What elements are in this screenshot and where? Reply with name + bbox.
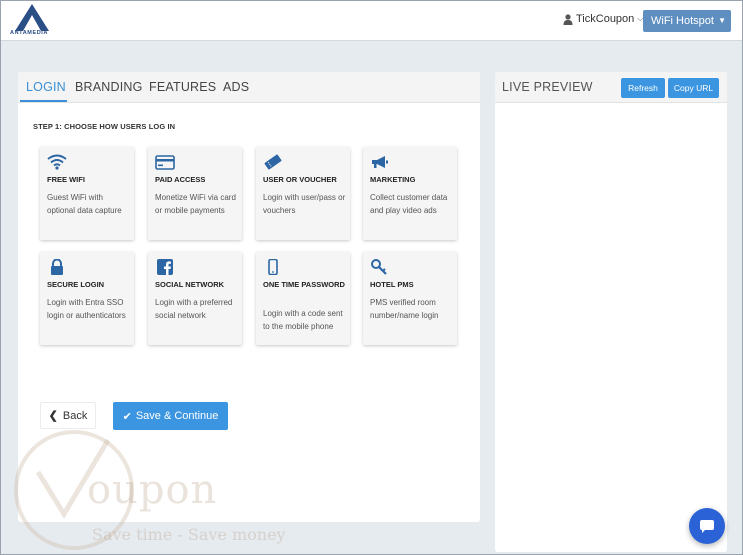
option-title: SECURE LOGIN bbox=[47, 280, 105, 289]
option-description: Guest WiFi with optional data capture bbox=[47, 193, 122, 215]
hotspot-select[interactable]: WiFi Hotspot ▼ bbox=[643, 10, 731, 32]
option-description: Login with user/pass or vouchers bbox=[263, 193, 346, 215]
option-hotel-pms[interactable]: HOTEL PMS PMS verified room number/name … bbox=[363, 252, 457, 345]
back-button-label: Back bbox=[62, 409, 88, 422]
chat-bubble-icon bbox=[700, 520, 714, 533]
user-name: TickCoupon bbox=[576, 13, 635, 25]
lock-icon bbox=[51, 259, 63, 275]
chevron-down-icon: ▼ bbox=[718, 16, 726, 25]
copy-url-button[interactable]: Copy URL bbox=[668, 78, 719, 98]
logo-text: ANTAMEDIA bbox=[10, 30, 48, 36]
megaphone-icon bbox=[372, 156, 388, 168]
tab-branding[interactable]: BRANDING bbox=[75, 80, 143, 94]
option-one-time-password[interactable]: ONE TIME PASSWORD Login with a code sent… bbox=[256, 252, 350, 345]
ticket-icon bbox=[264, 154, 282, 170]
option-marketing[interactable]: MARKETING Collect customer data and play… bbox=[363, 147, 457, 240]
check-icon: ✔ bbox=[122, 410, 132, 423]
user-menu[interactable]: TickCoupon ⌵ bbox=[563, 13, 643, 25]
tab-login[interactable]: LOGIN bbox=[26, 80, 66, 94]
settings-tabs: LOGIN BRANDING FEATURES ADS bbox=[18, 72, 480, 103]
chat-widget-button[interactable] bbox=[689, 508, 725, 544]
option-title: MARKETING bbox=[370, 175, 416, 184]
option-user-or-voucher[interactable]: USER OR VOUCHER Login with user/pass or … bbox=[256, 147, 350, 240]
tab-ads[interactable]: ADS bbox=[223, 80, 249, 94]
option-title: PAID ACCESS bbox=[155, 175, 206, 184]
wifi-icon bbox=[47, 154, 67, 170]
option-description: PMS verified room number/name login bbox=[370, 298, 439, 320]
watermark-slogan: Save time - Save money bbox=[92, 525, 286, 544]
option-description: Login with Entra SSO login or authentica… bbox=[47, 298, 126, 320]
step-title: STEP 1: CHOOSE HOW USERS LOG IN bbox=[33, 122, 176, 131]
option-title: USER OR VOUCHER bbox=[263, 175, 337, 184]
save-button-label: Save & Continue bbox=[135, 410, 219, 422]
facebook-icon bbox=[157, 259, 173, 275]
chevron-left-icon: ❮ bbox=[48, 410, 58, 422]
mobile-phone-icon bbox=[268, 259, 278, 275]
tab-features[interactable]: FEATURES bbox=[149, 80, 216, 94]
option-paid-access[interactable]: PAID ACCESS Monetize WiFi via card or mo… bbox=[148, 147, 242, 240]
hotspot-select-value: WiFi Hotspot bbox=[651, 15, 714, 27]
option-description: Login with a code sent to the mobile pho… bbox=[263, 309, 343, 331]
preview-title: LIVE PREVIEW bbox=[502, 80, 593, 94]
back-button[interactable]: ❮ Back bbox=[40, 402, 96, 429]
option-title: SOCIAL NETWORK bbox=[155, 280, 225, 289]
save-continue-button[interactable]: ✔ Save & Continue bbox=[113, 402, 228, 430]
user-icon bbox=[563, 13, 573, 25]
login-settings-card: LOGIN BRANDING FEATURES ADS STEP 1: CHOO… bbox=[18, 72, 480, 522]
refresh-button[interactable]: Refresh bbox=[621, 78, 665, 98]
option-title: ONE TIME PASSWORD bbox=[263, 280, 345, 289]
option-description: Login with a preferred social network bbox=[155, 298, 233, 320]
live-preview-panel: LIVE PREVIEW Refresh Copy URL bbox=[495, 72, 727, 552]
option-social-network[interactable]: SOCIAL NETWORK Login with a preferred so… bbox=[148, 252, 242, 345]
option-secure-login[interactable]: SECURE LOGIN Login with Entra SSO login … bbox=[40, 252, 134, 345]
preview-header: LIVE PREVIEW Refresh Copy URL bbox=[495, 72, 727, 103]
option-description: Collect customer data and play video ads bbox=[370, 193, 448, 215]
active-tab-indicator bbox=[20, 100, 67, 102]
top-navbar: ANTAMEDIA TickCoupon ⌵ WiFi Hotspot ▼ bbox=[0, 0, 743, 41]
option-description: Monetize WiFi via card or mobile payment… bbox=[155, 193, 236, 215]
option-title: FREE WIFI bbox=[47, 175, 85, 184]
option-free-wifi[interactable]: FREE WIFI Guest WiFi with optional data … bbox=[40, 147, 134, 240]
option-title: HOTEL PMS bbox=[370, 280, 414, 289]
credit-card-icon bbox=[155, 155, 175, 170]
key-icon bbox=[371, 259, 387, 275]
